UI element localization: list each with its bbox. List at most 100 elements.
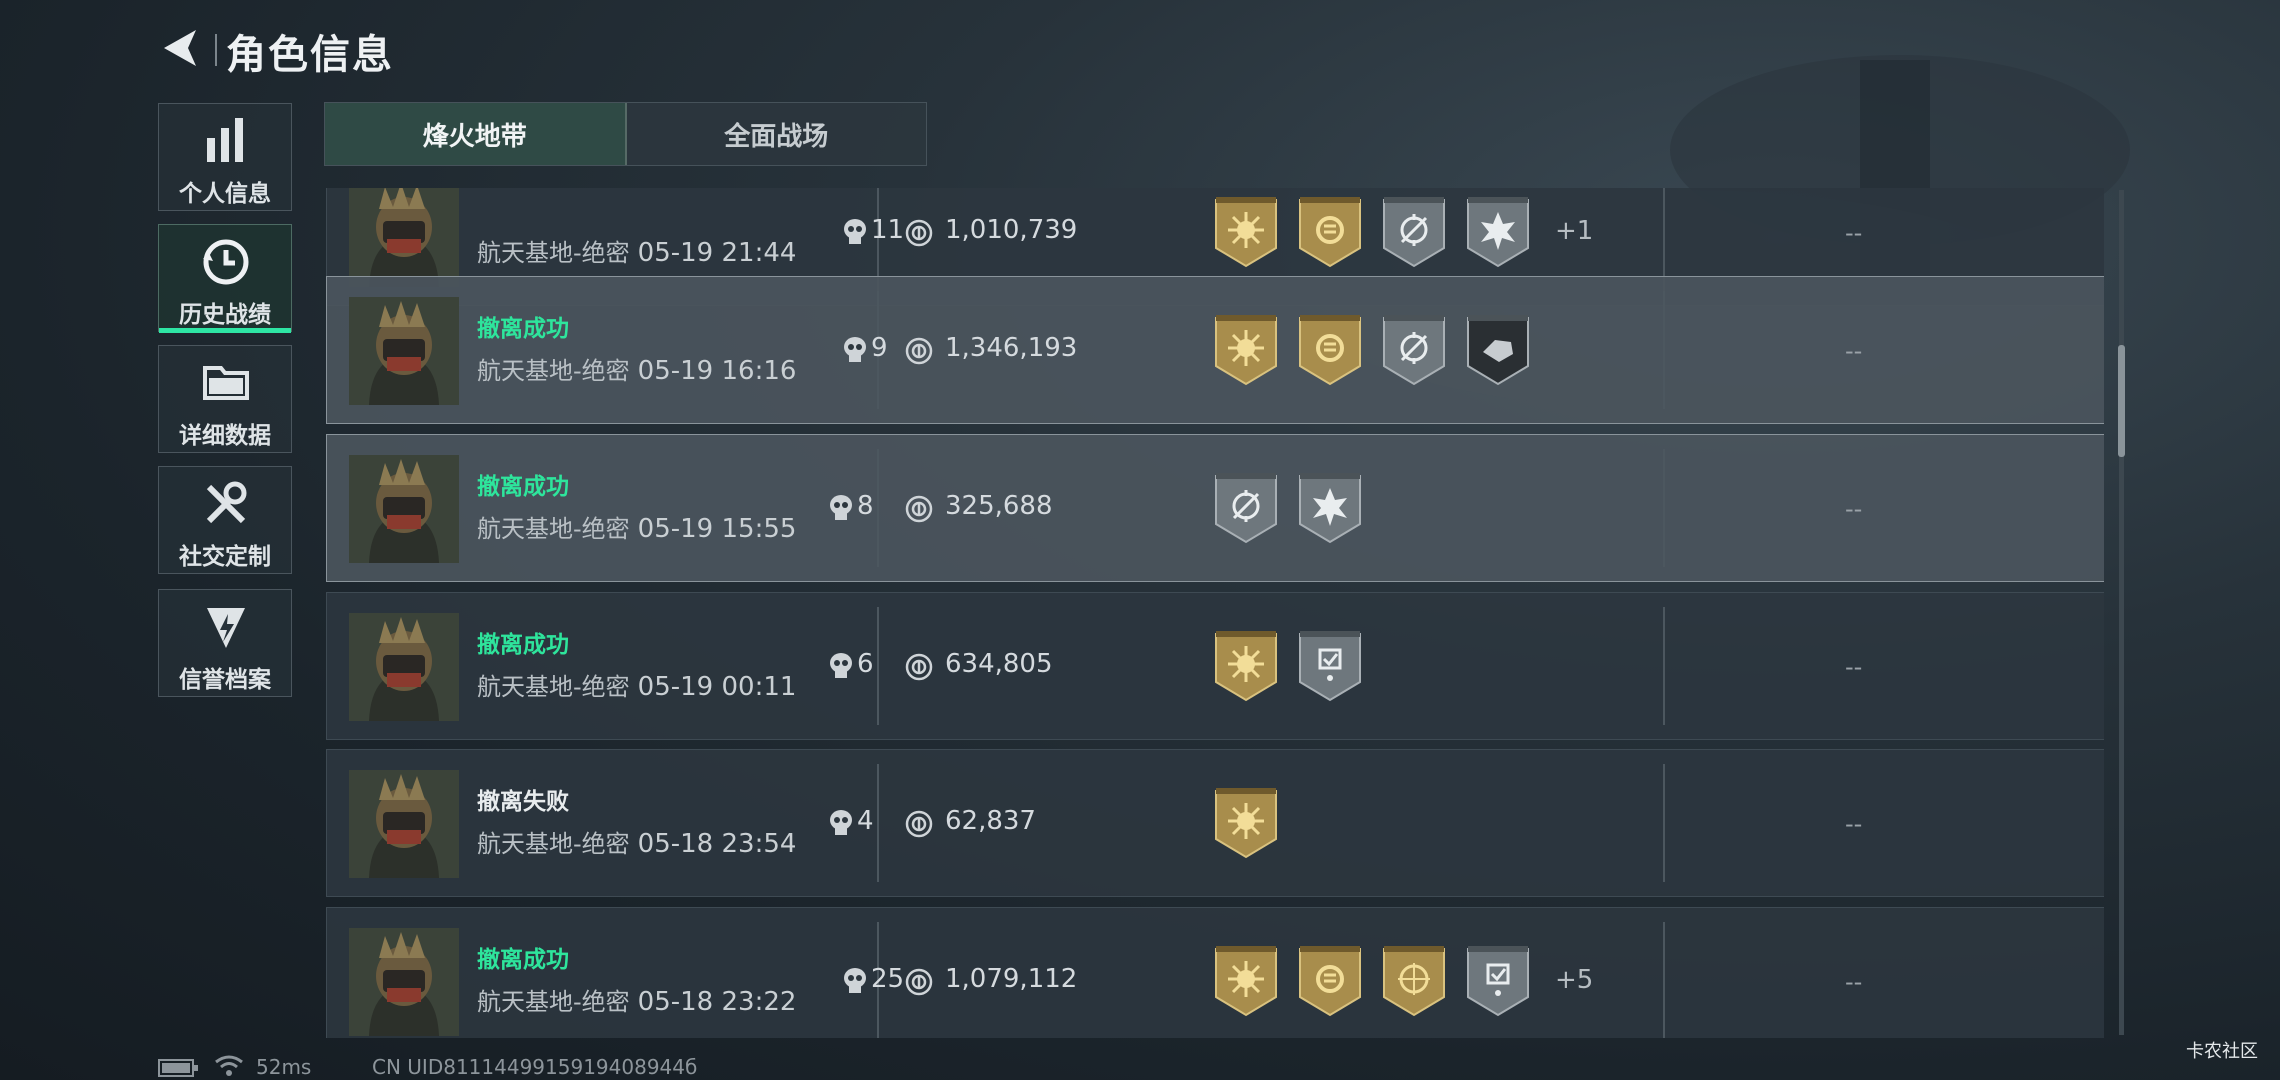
gold-sun-badge-icon[interactable] [1213, 785, 1279, 859]
match-time: 05-18 23:54 [637, 829, 797, 859]
extraction-status: 撤离成功 [477, 316, 569, 342]
active-indicator [159, 328, 291, 333]
battery-icon [158, 1059, 198, 1077]
coin-icon [905, 810, 933, 838]
extraction-status: 撤离成功 [477, 474, 569, 500]
skull-icon [841, 335, 869, 365]
result-placeholder: -- [1845, 337, 1863, 365]
kill-count: 4 [857, 806, 874, 836]
uid-text: CN UID8111449915919408944б [372, 1055, 698, 1079]
silver-burst-badge-icon[interactable] [1297, 470, 1363, 544]
result-placeholder: -- [1845, 968, 1863, 996]
asset-value: 1,010,739 [945, 215, 1078, 245]
sidebar-item-profile[interactable]: 个人信息 [158, 103, 292, 211]
skull-icon [827, 651, 855, 681]
extra-badges-count[interactable]: +1 [1555, 216, 1593, 246]
skull-icon [841, 217, 869, 247]
tab-hazard-zone[interactable]: 烽火地带 [325, 103, 627, 165]
kill-count: 25 [871, 964, 905, 994]
gold-laurel-badge-icon[interactable] [1297, 312, 1363, 386]
back-button[interactable] [156, 26, 204, 70]
sidebar-item-history[interactable]: 历史战绩 [158, 224, 292, 333]
asset-value: 1,079,112 [945, 964, 1078, 994]
operator-avatar [349, 188, 459, 287]
map-location: 航天基地-绝密 05-19 21:44 [477, 233, 796, 268]
mode-tabs: 烽火地带 全面战场 [324, 102, 927, 166]
match-history-list[interactable]: 航天基地-绝密 05-19 21:44 1,010,739 11 +1 -- 撤离成功 航天基… [324, 188, 2104, 1038]
operator-avatar [349, 297, 459, 405]
silver-check-badge-icon[interactable] [1297, 628, 1363, 702]
asset-value: 62,837 [945, 806, 1036, 836]
folder-icon [203, 366, 249, 400]
match-row[interactable]: 撤离失败 航天基地-绝密 05-18 23:54 62,837 4 -- [326, 749, 2104, 897]
asset-value: 634,805 [945, 649, 1053, 679]
match-row[interactable]: 撤离成功 航天基地-绝密 05-19 15:55 325,688 8 -- [326, 434, 2104, 582]
tab-full-battlefield[interactable]: 全面战场 [627, 103, 927, 165]
sidebar-item-label: 个人信息 [179, 181, 271, 207]
page-title: 角色信息 [226, 32, 394, 78]
map-location: 航天基地-绝密 05-19 00:11 [477, 667, 796, 702]
bar-chart-icon [207, 118, 243, 162]
silver-target-badge-icon[interactable] [1381, 194, 1447, 268]
column-divider [1663, 607, 1665, 725]
title-divider [215, 34, 217, 66]
match-time: 05-19 15:55 [637, 514, 797, 544]
shield-bolt-icon [207, 608, 245, 648]
sidebar-item-details[interactable]: 详细数据 [158, 345, 292, 453]
match-row[interactable]: 撤离成功 航天基地-绝密 05-19 16:16 1,346,193 9 -- [326, 276, 2104, 424]
badge-group [1213, 470, 1381, 544]
silver-check-badge-icon[interactable] [1465, 943, 1531, 1017]
dark-hand-badge-icon[interactable] [1465, 312, 1531, 386]
coin-icon [905, 495, 933, 523]
kill-count: 6 [857, 649, 874, 679]
gold-sun-badge-icon[interactable] [1213, 628, 1279, 702]
operator-avatar [349, 928, 459, 1036]
kill-count: 9 [871, 333, 888, 363]
operator-avatar [349, 770, 459, 878]
scrollbar-thumb[interactable] [2118, 345, 2125, 457]
scrollbar-track[interactable] [2119, 190, 2124, 1035]
coin-icon [905, 653, 933, 681]
gold-laurel-badge-icon[interactable] [1297, 194, 1363, 268]
gold-laurel-badge-icon[interactable] [1297, 943, 1363, 1017]
sidebar-item-reputation[interactable]: 信誉档案 [158, 589, 292, 697]
map-location: 航天基地-绝密 05-19 15:55 [477, 509, 796, 544]
map-name: 航天基地-绝密 [477, 830, 630, 858]
match-row[interactable]: 撤离成功航天基地-绝密 05-19 00:11 634,805 6 -- [326, 592, 2104, 740]
match-row[interactable]: 撤离成功 航天基地-绝密 05-18 23:22 1,079,112 25 +5 -- [326, 907, 2104, 1038]
gold-sun-badge-icon[interactable] [1213, 312, 1279, 386]
sidebar-item-label: 社交定制 [179, 544, 271, 570]
asset-value: 325,688 [945, 491, 1053, 521]
silver-target-badge-icon[interactable] [1381, 312, 1447, 386]
wifi-icon [215, 1055, 243, 1076]
gold-sniper-badge-icon[interactable] [1381, 943, 1447, 1017]
silver-target-badge-icon[interactable] [1213, 470, 1279, 544]
extra-badges-count[interactable]: +5 [1555, 965, 1593, 995]
column-divider [1663, 764, 1665, 882]
column-divider [1663, 922, 1665, 1038]
skull-icon [841, 966, 869, 996]
map-name: 航天基地-绝密 [477, 515, 630, 543]
gold-sun-badge-icon[interactable] [1213, 194, 1279, 268]
silver-burst-badge-icon[interactable] [1465, 194, 1531, 268]
column-divider [877, 607, 879, 725]
badge-group: +5 [1213, 943, 1593, 1017]
extraction-status: 撤离成功 [477, 632, 569, 658]
sidebar-item-social[interactable]: 社交定制 [158, 466, 292, 574]
column-divider [877, 764, 879, 882]
map-name: 航天基地-绝密 [477, 239, 630, 267]
result-placeholder: -- [1845, 495, 1863, 523]
result-placeholder: -- [1845, 653, 1863, 681]
history-clock-icon [203, 239, 249, 285]
gold-sun-badge-icon[interactable] [1213, 943, 1279, 1017]
extraction-status: 撤离失败 [477, 789, 569, 815]
column-divider [877, 449, 879, 567]
map-name: 航天基地-绝密 [477, 673, 630, 701]
badge-group: +1 [1213, 194, 1593, 268]
badge-group [1213, 312, 1549, 386]
result-placeholder: -- [1845, 219, 1863, 247]
ping-text: 52ms [256, 1055, 312, 1079]
map-name: 航天基地-绝密 [477, 988, 630, 1016]
watermark: 卡农社区 [2186, 1041, 2258, 1062]
skull-icon [827, 808, 855, 838]
